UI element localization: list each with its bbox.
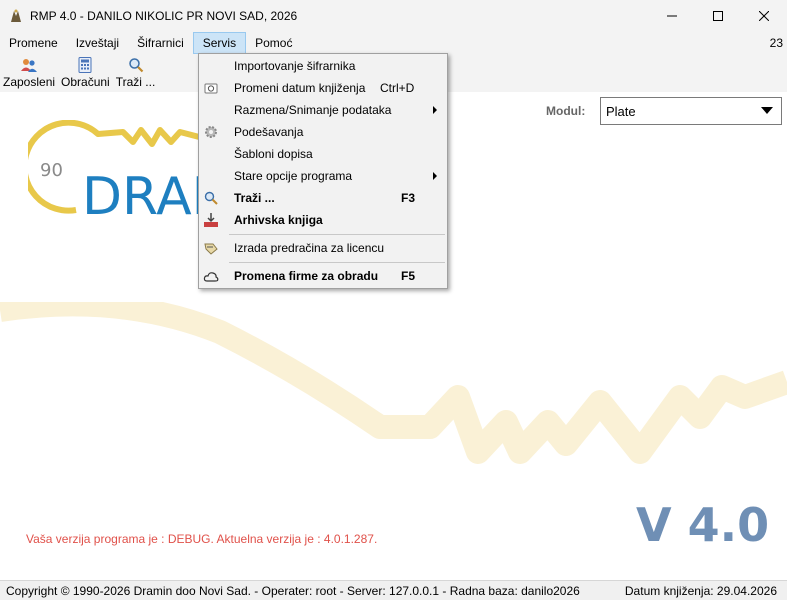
menu-servis[interactable]: Servis — [192, 32, 247, 54]
menu-item-label: Traži ... — [234, 191, 275, 205]
logo-text: DRAMIN — [82, 167, 203, 220]
menu-pomoc[interactable]: Pomoć — [246, 32, 301, 54]
version-label: V 4.0 — [636, 498, 770, 552]
menu-bar: Promene Izveštaji Šifrarnici Servis Pomo… — [0, 32, 787, 54]
archive-icon — [204, 213, 218, 227]
menu-item-label: Izrada predračina za licencu — [234, 241, 385, 255]
trazi-button[interactable]: Traži ... — [113, 54, 159, 92]
menu-item-shortcut: F5 — [400, 269, 415, 283]
gear-icon — [205, 126, 217, 138]
calendar-icon — [204, 83, 218, 94]
title-bar: RMP 4.0 - DANILO NIKOLIC PR NOVI SAD, 20… — [0, 0, 787, 32]
menu-item-shortcut: F3 — [400, 191, 415, 205]
menu-item-label: Promena firme za obradu — [234, 269, 379, 283]
submenu-arrow-icon — [433, 172, 437, 180]
status-date: Datum knjiženja: 29.04.2026 — [624, 583, 777, 598]
menu-item-label: Stare opcije programa — [234, 169, 353, 183]
menu-item-promena-firme[interactable]: Promena firme za obradu F5 — [199, 265, 447, 287]
background-watermark — [0, 302, 787, 464]
version-message: Vaša verzija programa je : DEBUG. Aktuel… — [26, 532, 378, 546]
menu-item-arhivska-knjiga[interactable]: Arhivska knjiga — [199, 209, 447, 231]
chevron-down-icon — [761, 107, 773, 114]
menu-separator — [229, 234, 445, 235]
menu-izvestaji[interactable]: Izveštaji — [67, 32, 128, 54]
menu-item-shortcut: Ctrl+D — [380, 81, 415, 95]
zaposleni-label: Zaposleni — [3, 75, 56, 89]
menu-item-label: Arhivska knjiga — [234, 213, 323, 227]
menu-item-stare-opcije[interactable]: Stare opcije programa — [199, 165, 447, 187]
window-title: RMP 4.0 - DANILO NIKOLIC PR NOVI SAD, 20… — [30, 9, 298, 23]
menu-sifrarnici[interactable]: Šifrarnici — [128, 32, 193, 54]
obracuni-label: Obračuni — [61, 75, 110, 89]
status-copyright: Copyright © 1990-2026 Dramin doo Novi Sa… — [6, 583, 580, 598]
menu-item-trazi[interactable]: Traži ... F3 — [199, 187, 447, 209]
servis-dropdown-menu: Importovanje šifrarnika Promeni datum kn… — [198, 53, 448, 289]
trazi-label: Traži ... — [115, 75, 156, 89]
module-label: Modul: — [546, 104, 586, 118]
status-bar: Copyright © 1990-2026 Dramin doo Novi Sa… — [0, 580, 787, 600]
menu-item-label: Podešavanja — [234, 125, 304, 139]
minimize-button[interactable] — [649, 0, 695, 32]
users-icon — [21, 59, 38, 72]
menu-item-importovanje[interactable]: Importovanje šifrarnika — [199, 55, 447, 77]
menu-separator — [229, 262, 445, 263]
license-icon — [204, 243, 218, 255]
window-controls — [649, 0, 787, 32]
maximize-button[interactable] — [695, 0, 741, 32]
menu-item-razmena[interactable]: Razmena/Snimanje podataka — [199, 99, 447, 121]
search-icon — [128, 58, 143, 73]
minimize-icon — [667, 15, 677, 17]
menu-promene[interactable]: Promene — [0, 32, 67, 54]
menu-item-label: Importovanje šifrarnika — [234, 59, 356, 73]
dramin-logo: 90 DRAMIN — [28, 120, 203, 220]
calculator-icon — [78, 57, 92, 73]
menu-item-label: Šabloni dopisa — [234, 147, 313, 161]
cloud-icon — [203, 272, 219, 282]
menu-item-promeni-datum[interactable]: Promeni datum knjiženja Ctrl+D — [199, 77, 447, 99]
module-value: Plate — [606, 103, 636, 119]
menu-item-label: Promeni datum knjiženja — [234, 81, 366, 95]
logo-prefix: 90 — [40, 160, 63, 181]
menu-item-podesavanja[interactable]: Podešavanja — [199, 121, 447, 143]
close-button[interactable] — [741, 0, 787, 32]
menu-item-sabloni[interactable]: Šabloni dopisa — [199, 143, 447, 165]
menu-item-label: Razmena/Snimanje podataka — [234, 103, 392, 117]
maximize-icon — [713, 11, 723, 21]
menu-right-value: 23 — [769, 36, 783, 50]
zaposleni-button[interactable]: Zaposleni — [0, 54, 58, 92]
close-icon — [759, 11, 769, 21]
module-select[interactable]: Plate — [600, 97, 782, 125]
menu-item-izrada-predracuna[interactable]: Izrada predračina za licencu — [199, 237, 447, 259]
submenu-arrow-icon — [433, 106, 437, 114]
app-icon — [11, 9, 21, 22]
search-icon — [204, 191, 218, 205]
obracuni-button[interactable]: Obračuni — [58, 54, 113, 92]
